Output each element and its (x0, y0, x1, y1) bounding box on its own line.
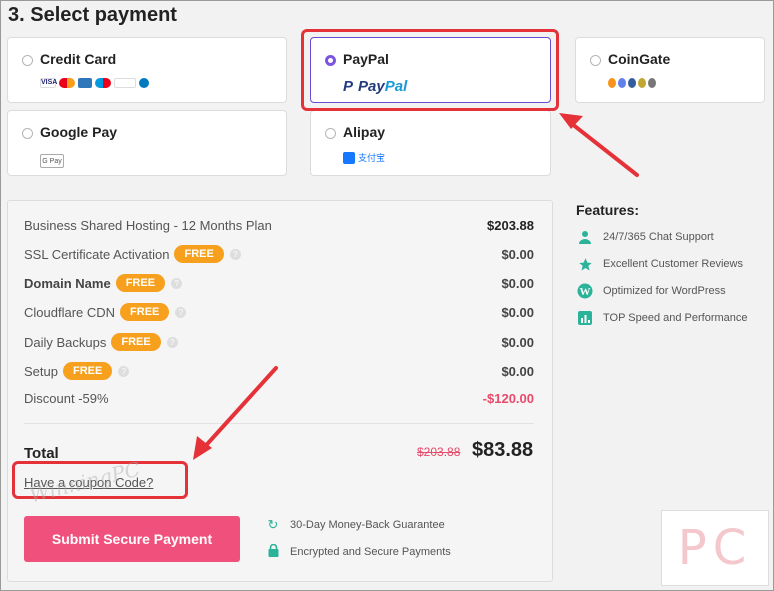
feature-item: 24/7/365 Chat Support (577, 229, 714, 245)
radio-coingate[interactable] (590, 55, 601, 66)
help-icon[interactable]: ? (171, 277, 183, 289)
crypto-logos (608, 78, 656, 88)
svg-text:W: W (580, 286, 591, 298)
payment-option-alipay[interactable]: Alipay 支付宝 (310, 110, 551, 176)
lock-icon (266, 543, 280, 560)
line-amount: $0.00 (501, 275, 534, 291)
line-label: Daily Backups (24, 334, 107, 350)
refresh-icon: ↻ (267, 517, 279, 532)
feature-item: W Optimized for WordPress (577, 283, 726, 299)
bitcoin-icon (608, 78, 616, 88)
payment-name: Credit Card (40, 51, 117, 67)
ripple-icon (648, 78, 656, 88)
alipay-logo: 支付宝 (343, 151, 385, 164)
card-logos: VISA (40, 78, 149, 88)
star-icon (577, 256, 593, 272)
visa-icon: VISA (40, 78, 58, 88)
diners-icon (139, 78, 149, 88)
feature-item: TOP Speed and Performance (577, 310, 748, 326)
line-label: Discount -59% (24, 390, 109, 406)
line-amount: $0.00 (501, 363, 534, 379)
section-title: 3. Select payment (8, 4, 177, 26)
line-label: Business Shared Hosting - 12 Months Plan (24, 217, 272, 233)
user-support-icon (577, 229, 593, 245)
line-amount: $0.00 (501, 246, 534, 262)
help-icon[interactable]: ? (175, 306, 187, 318)
summary-line-discount: Discount -59% -$120.00 (24, 387, 534, 409)
line-amount: $0.00 (501, 304, 534, 320)
summary-line: Business Shared Hosting - 12 Months Plan… (24, 214, 534, 236)
line-label: Setup (24, 363, 58, 379)
guarantee-text: 30-Day Money-Back Guarantee (290, 519, 445, 531)
feature-text: Optimized for WordPress (603, 285, 726, 297)
line-amount: -$120.00 (482, 390, 534, 406)
line-label: Domain Name (24, 275, 111, 291)
wordpress-icon: W (577, 283, 593, 299)
free-badge: FREE (62, 362, 113, 380)
radio-alipay[interactable] (325, 128, 336, 139)
payment-name: Alipay (343, 124, 386, 140)
free-badge: FREE (174, 245, 224, 263)
payment-option-google-pay[interactable]: Google Pay G Pay (7, 110, 287, 176)
summary-line: Domain Name FREE ? $0.00 (24, 272, 534, 294)
alipay-wordmark: 支付宝 (358, 153, 386, 163)
summary-line: Daily Backups FREE ? $0.00 (24, 331, 534, 353)
radio-google-pay[interactable] (22, 128, 33, 139)
ethereum-icon (618, 78, 626, 88)
discover-icon (114, 78, 136, 88)
guarantee-money-back: ↻ 30-Day Money-Back Guarantee (266, 517, 445, 533)
payment-option-credit-card[interactable]: Credit Card VISA (7, 37, 287, 103)
dogecoin-icon (638, 78, 646, 88)
summary-line: Setup FREE ? $0.00 (24, 360, 534, 382)
guarantee-secure: Encrypted and Secure Payments (266, 543, 451, 560)
order-summary: Business Shared Hosting - 12 Months Plan… (7, 200, 553, 582)
total-label: Total (24, 445, 59, 462)
alipay-icon (343, 151, 355, 164)
features-title: Features: (576, 202, 640, 218)
amex-icon (78, 78, 92, 88)
maestro-icon (95, 78, 111, 88)
free-badge: FREE (120, 303, 170, 321)
litecoin-icon (628, 78, 636, 88)
speed-chart-icon (577, 310, 593, 326)
line-amount: $203.88 (487, 217, 534, 233)
help-icon[interactable]: ? (118, 365, 130, 377)
total-price: $83.88 (472, 439, 534, 461)
summary-divider (24, 423, 534, 424)
line-label: Cloudflare CDN (24, 304, 116, 320)
total-old-price: $203.88 (417, 445, 461, 459)
summary-line: Cloudflare CDN FREE ? $0.00 (24, 301, 534, 323)
help-icon[interactable]: ? (166, 336, 178, 348)
free-badge: FREE (115, 274, 166, 292)
help-icon[interactable]: ? (229, 248, 241, 260)
guarantee-text: Encrypted and Secure Payments (290, 546, 451, 558)
feature-item: Excellent Customer Reviews (577, 256, 743, 272)
feature-text: 24/7/365 Chat Support (603, 231, 714, 243)
summary-line: SSL Certificate Activation FREE ? $0.00 (24, 243, 534, 265)
radio-credit-card[interactable] (22, 55, 33, 66)
line-label: SSL Certificate Activation (24, 246, 170, 262)
feature-text: TOP Speed and Performance (603, 312, 748, 324)
pc-logo: PC (661, 510, 769, 586)
submit-payment-button[interactable]: Submit Secure Payment (24, 516, 240, 562)
mastercard-icon (59, 78, 75, 88)
annotation-box-paypal (301, 29, 559, 111)
free-badge: FREE (111, 333, 161, 351)
payment-name: CoinGate (608, 51, 671, 67)
line-amount: $0.00 (501, 334, 534, 350)
payment-option-coingate[interactable]: CoinGate (575, 37, 765, 103)
google-pay-logo: G Pay (40, 154, 64, 168)
feature-text: Excellent Customer Reviews (603, 258, 743, 270)
payment-name: Google Pay (40, 124, 118, 140)
